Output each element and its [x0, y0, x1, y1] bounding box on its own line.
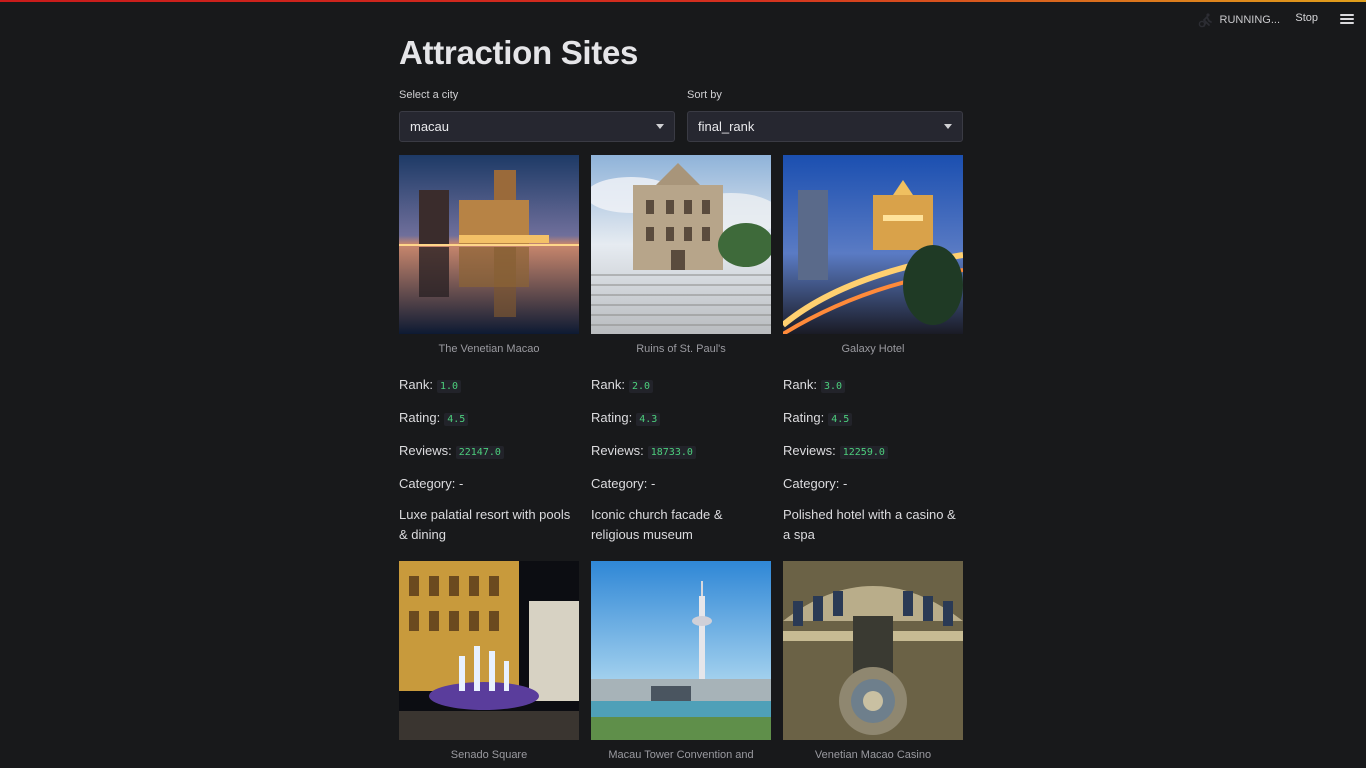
attraction-name: Venetian Macao Casino: [814, 749, 932, 761]
category-row: Category: -: [591, 476, 656, 491]
attraction-grid: The Venetian Macao Rank: 1.0 Rating: 4.5 R…: [399, 155, 963, 545]
main-content: Attraction Sites Select a city macau Sor…: [399, 30, 963, 762]
reviews-row: Reviews: 18733.0: [591, 443, 771, 459]
hamburger-menu-icon[interactable]: [1340, 13, 1354, 25]
attraction-name: Senado Square: [450, 749, 528, 761]
reviews-row: Reviews: 12259.0: [783, 443, 963, 459]
reviews-row: Reviews: 22147.0: [399, 443, 579, 459]
stop-button[interactable]: Stop: [1295, 12, 1318, 24]
rank-row: Rank: 2.0: [591, 377, 771, 393]
attraction-grid: Senado Square Macau Tower Convention and…: [399, 561, 963, 762]
city-select-value: macau: [410, 119, 450, 134]
sort-select-label: Sort by: [687, 89, 722, 101]
attraction-photo: [591, 561, 771, 740]
attraction-photo: [591, 155, 771, 334]
attraction-name: Ruins of St. Paul's: [636, 343, 726, 355]
rating-row: Rating: 4.5: [783, 410, 963, 426]
rank-value: 3.0: [820, 380, 846, 393]
chevron-down-icon: [656, 124, 664, 129]
attraction-photo: [783, 155, 963, 334]
rating-value: 4.5: [444, 413, 469, 426]
reviews-label: Reviews:: [399, 443, 452, 458]
attraction-name: The Venetian Macao: [438, 343, 540, 355]
category-row: Category: -: [783, 476, 848, 491]
reviews-value: 18733.0: [647, 446, 696, 459]
reviews-value: 22147.0: [455, 446, 504, 459]
rank-label: Rank:: [399, 377, 433, 392]
reviews-label: Reviews:: [783, 443, 836, 458]
page-title: Attraction Sites: [399, 34, 639, 71]
attraction-name: Macau Tower Convention and: [608, 749, 754, 761]
running-progress-bar: [0, 0, 1366, 2]
attraction-card: Venetian Macao Casino: [783, 561, 963, 762]
rating-label: Rating:: [783, 410, 825, 425]
status-text: RUNNING...: [1219, 14, 1281, 26]
category-row: Category: -: [399, 476, 464, 491]
filter-bar: Select a city macau Sort by final_rank: [399, 88, 963, 142]
rating-row: Rating: 4.3: [591, 410, 771, 426]
attraction-description: Polished hotel with a casino & a spa: [783, 507, 956, 542]
rank-label: Rank:: [591, 377, 625, 392]
sort-select-value: final_rank: [698, 119, 755, 134]
attraction-description: Iconic church facade & religious museum: [591, 507, 723, 542]
attraction-card: Senado Square: [399, 561, 579, 762]
running-figure-icon: [1198, 13, 1212, 28]
rank-label: Rank:: [783, 377, 817, 392]
attraction-photo: [783, 561, 963, 740]
rating-value: 4.5: [828, 413, 853, 426]
city-filter: Select a city macau: [399, 88, 675, 142]
reviews-value: 12259.0: [839, 446, 888, 459]
rating-row: Rating: 4.5: [399, 410, 579, 426]
reviews-label: Reviews:: [591, 443, 644, 458]
attraction-card: The Venetian Macao Rank: 1.0 Rating: 4.5 R…: [399, 155, 579, 545]
attraction-photo: [399, 155, 579, 334]
attraction-description: Luxe palatial resort with pools & dining: [399, 507, 571, 542]
rank-value: 1.0: [436, 380, 462, 393]
rank-row: Rank: 3.0: [783, 377, 963, 393]
run-status: RUNNING...: [1198, 12, 1281, 28]
rank-value: 2.0: [628, 380, 654, 393]
city-select[interactable]: macau: [399, 111, 675, 142]
attraction-card: Macau Tower Convention and: [591, 561, 771, 762]
rating-label: Rating:: [399, 410, 441, 425]
attraction-card: Galaxy Hotel Rank: 3.0 Rating: 4.5 Reviews…: [783, 155, 963, 545]
attraction-name: Galaxy Hotel: [841, 343, 905, 355]
chevron-down-icon: [944, 124, 952, 129]
rank-row: Rank: 1.0: [399, 377, 579, 393]
sort-filter: Sort by final_rank: [687, 88, 963, 142]
rating-value: 4.3: [636, 413, 661, 426]
attraction-photo: [399, 561, 579, 740]
city-select-label: Select a city: [399, 89, 459, 101]
attraction-card: Ruins of St. Paul's Rank: 2.0 Rating: 4.3 …: [591, 155, 771, 545]
rating-label: Rating:: [591, 410, 633, 425]
sort-select[interactable]: final_rank: [687, 111, 963, 142]
